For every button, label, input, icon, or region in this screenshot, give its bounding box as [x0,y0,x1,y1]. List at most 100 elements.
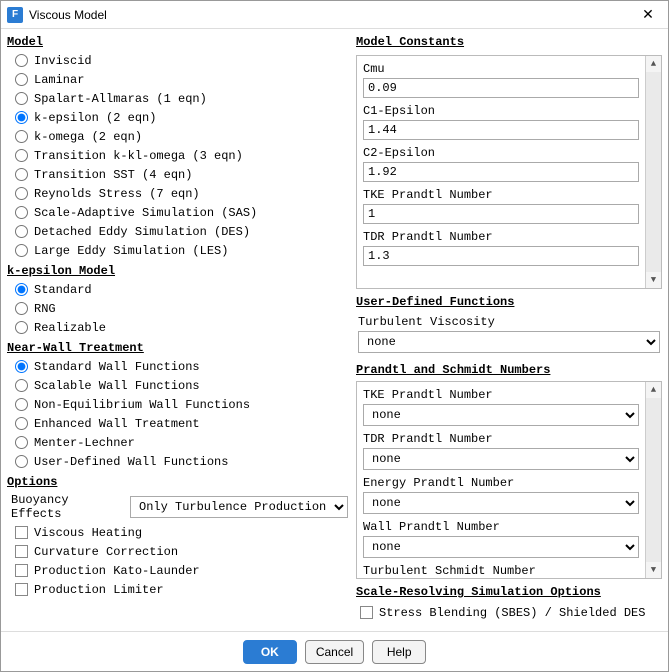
model-option-radio[interactable] [15,92,28,105]
model-option-radio[interactable] [15,54,28,67]
scroll-track[interactable] [646,72,661,272]
model-option-radio[interactable] [15,187,28,200]
srso-title: Scale-Resolving Simulation Options [356,585,662,599]
model-option-label[interactable]: Scale-Adaptive Simulation (SAS) [34,206,257,220]
ke-option-radio[interactable] [15,321,28,334]
prsc-panel: TKE Prandtl NumbernoneTDR Prandtl Number… [356,381,662,579]
buoyancy-label: Buoyancy Effects [11,493,126,521]
buoyancy-select[interactable]: Only Turbulence Production [130,496,348,518]
scroll-up-icon[interactable]: ▲ [646,56,661,72]
nearwall-option-radio[interactable] [15,398,28,411]
constants-scrollbar[interactable]: ▲ ▼ [645,56,661,288]
prsc-label: Energy Prandtl Number [363,476,639,490]
model-option-label[interactable]: Large Eddy Simulation (LES) [34,244,228,258]
nearwall-option-label[interactable]: Menter-Lechner [34,436,135,450]
model-option-radio[interactable] [15,225,28,238]
option-check-row: Production Kato-Launder [15,561,352,580]
constants-panel: CmuC1-EpsilonC2-EpsilonTKE Prandtl Numbe… [356,55,662,289]
model-option-row: Spalart-Allmaras (1 eqn) [15,89,352,108]
srso-check-row: Stress Blending (SBES) / Shielded DES [356,603,662,622]
model-group: Model InviscidLaminarSpalart-Allmaras (1… [7,35,352,260]
model-option-label[interactable]: Inviscid [34,54,92,68]
model-option-radio[interactable] [15,168,28,181]
constants-title: Model Constants [356,35,662,49]
constants-body: CmuC1-EpsilonC2-EpsilonTKE Prandtl Numbe… [357,56,645,288]
nearwall-option-radio[interactable] [15,417,28,430]
scroll-down-icon[interactable]: ▼ [646,272,661,288]
model-option-label[interactable]: Transition SST (4 eqn) [34,168,192,182]
model-option-label[interactable]: Laminar [34,73,84,87]
constant-label: C2-Epsilon [363,146,639,160]
model-option-radio[interactable] [15,244,28,257]
ke-option-label[interactable]: Realizable [34,321,106,335]
nearwall-option-radio[interactable] [15,379,28,392]
prsc-select[interactable]: none [363,448,639,470]
nearwall-option-label[interactable]: Scalable Wall Functions [34,379,200,393]
option-check-label[interactable]: Production Kato-Launder [34,564,200,578]
model-option-label[interactable]: Spalart-Allmaras (1 eqn) [34,92,207,106]
udf-body: Turbulent Viscosity none [356,313,662,357]
model-option-radio[interactable] [15,73,28,86]
ke-option-label[interactable]: RNG [34,302,56,316]
constant-input[interactable] [363,120,639,140]
nearwall-option-radio[interactable] [15,455,28,468]
scroll-track[interactable] [646,398,661,562]
nearwall-option-radio[interactable] [15,436,28,449]
option-checkbox[interactable] [15,583,28,596]
constant-input[interactable] [363,246,639,266]
nearwall-option-label[interactable]: Enhanced Wall Treatment [34,417,200,431]
nearwall-option-label[interactable]: User-Defined Wall Functions [34,455,228,469]
constant-input[interactable] [363,78,639,98]
prsc-body: TKE Prandtl NumbernoneTDR Prandtl Number… [357,382,645,578]
nearwall-option-radio[interactable] [15,360,28,373]
left-column: Model InviscidLaminarSpalart-Allmaras (1… [7,35,352,625]
prsc-title: Prandtl and Schmidt Numbers [356,363,662,377]
constant-input[interactable] [363,162,639,182]
content: Model InviscidLaminarSpalart-Allmaras (1… [1,29,668,631]
help-button[interactable]: Help [372,640,426,664]
model-option-radio[interactable] [15,130,28,143]
prsc-select[interactable]: none [363,536,639,558]
options-check-list: Viscous Heating Curvature Correction Produ… [7,523,352,599]
buoyancy-row: Buoyancy Effects Only Turbulence Product… [7,491,352,523]
ke-option-label[interactable]: Standard [34,283,92,297]
turb-visc-select[interactable]: none [358,331,660,353]
option-checkbox[interactable] [15,545,28,558]
nearwall-option-label[interactable]: Non-Equilibrium Wall Functions [34,398,250,412]
nearwall-option-row: Non-Equilibrium Wall Functions [15,395,352,414]
model-option-label[interactable]: k-omega (2 eqn) [34,130,142,144]
model-option-radio[interactable] [15,111,28,124]
ok-button[interactable]: OK [243,640,297,664]
option-checkbox[interactable] [15,526,28,539]
model-option-radio[interactable] [15,149,28,162]
prsc-select[interactable]: none [363,404,639,426]
option-checkbox[interactable] [15,564,28,577]
model-option-label[interactable]: Transition k-kl-omega (3 eqn) [34,149,243,163]
cancel-button[interactable]: Cancel [305,640,364,664]
model-option-radio[interactable] [15,206,28,219]
ke-option-row: Standard [15,280,352,299]
window-title: Viscous Model [29,8,634,22]
options-title: Options [7,475,352,489]
model-option-row: k-omega (2 eqn) [15,127,352,146]
option-check-label[interactable]: Viscous Heating [34,526,142,540]
model-option-label[interactable]: Detached Eddy Simulation (DES) [34,225,250,239]
ke-option-radio[interactable] [15,302,28,315]
udf-title: User-Defined Functions [356,295,662,309]
option-check-label[interactable]: Production Limiter [34,583,164,597]
ke-option-radio[interactable] [15,283,28,296]
close-icon[interactable]: ✕ [634,4,662,26]
srso-checkbox[interactable] [360,606,373,619]
nearwall-option-label[interactable]: Standard Wall Functions [34,360,200,374]
model-option-label[interactable]: k-epsilon (2 eqn) [34,111,156,125]
ke-radio-list: Standard RNG Realizable [7,280,352,337]
model-option-row: Reynolds Stress (7 eqn) [15,184,352,203]
model-option-label[interactable]: Reynolds Stress (7 eqn) [34,187,200,201]
constant-input[interactable] [363,204,639,224]
option-check-label[interactable]: Curvature Correction [34,545,178,559]
prsc-select[interactable]: none [363,492,639,514]
scroll-up-icon[interactable]: ▲ [646,382,661,398]
prsc-scrollbar[interactable]: ▲ ▼ [645,382,661,578]
scroll-down-icon[interactable]: ▼ [646,562,661,578]
constant-label: TDR Prandtl Number [363,230,639,244]
